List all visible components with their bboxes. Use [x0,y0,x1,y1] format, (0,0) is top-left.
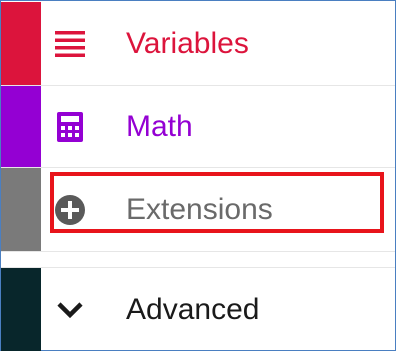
highlight-box [50,172,384,233]
category-color-bar [1,168,41,251]
category-label: Variables [126,26,249,60]
category-advanced[interactable]: Advanced [1,267,395,351]
category-variables[interactable]: Variables [1,2,395,86]
category-color-bar [1,268,41,351]
toolbox-panel: Variables Math Extensions Advanced [0,0,396,351]
category-color-bar [1,86,41,167]
category-math[interactable]: Math [1,86,395,168]
category-label: Math [126,109,193,143]
category-label: Advanced [126,292,260,326]
chevron-down-icon [52,292,88,328]
list-icon [52,26,88,62]
category-color-bar [1,2,41,85]
divider [1,252,41,267]
calculator-icon [52,109,88,145]
